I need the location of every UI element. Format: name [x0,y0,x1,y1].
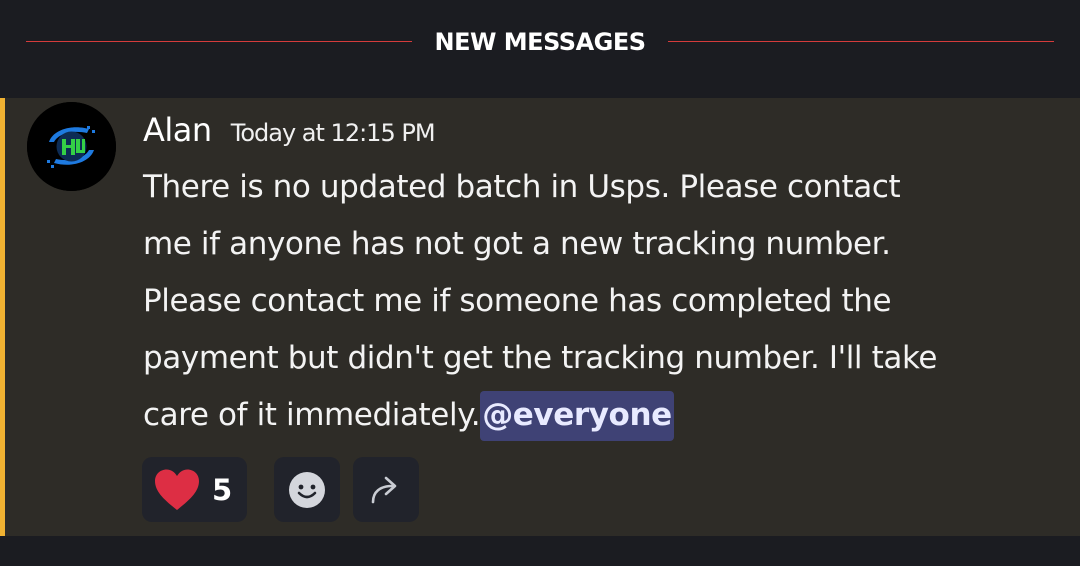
message-line: Please contact me if someone has complet… [143,283,892,319]
message-content: There is no updated batch in Usps. Pleas… [143,159,1043,444]
message-timestamp[interactable]: Today at 12:15 PM [231,111,436,155]
divider-line-left [26,41,412,42]
forward-arrow-icon [371,476,397,503]
add-reaction-button[interactable] [274,457,340,522]
reaction-count: 5 [212,472,233,507]
heart-reaction-button[interactable]: 5 [142,457,247,522]
message-line: me if anyone has not got a new tracking … [143,226,891,262]
author-avatar[interactable] [27,102,116,191]
message-line-last: care of it immediately.@everyone [143,387,1043,444]
forward-button[interactable] [353,457,419,522]
mention-highlight-bar [0,98,5,536]
new-messages-divider: NEW MESSAGES [0,0,1080,84]
author-username[interactable]: Alan [143,108,212,152]
everyone-mention[interactable]: @everyone [480,391,674,441]
message-line: There is no updated batch in Usps. Pleas… [143,169,901,205]
smiley-icon [289,471,325,508]
logo-avatar-icon [27,102,116,191]
message-line: payment but didn't get the tracking numb… [143,340,938,376]
divider-line-right [668,41,1054,42]
heart-emoji-icon [155,469,199,510]
message-line-text: care of it immediately. [143,397,481,433]
discord-channel-view: NEW MESSAGES Alan Today at 12:15 PM Ther… [0,0,1080,566]
new-messages-label: NEW MESSAGES [434,28,646,56]
message-header: Alan Today at 12:15 PM [143,108,436,155]
